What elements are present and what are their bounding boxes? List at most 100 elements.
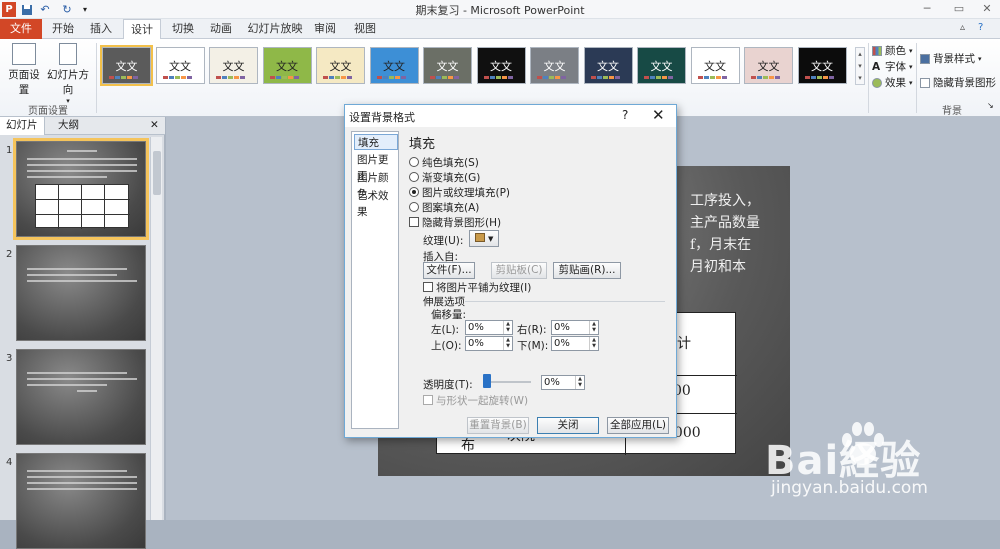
theme-thumbnail[interactable]: 文文: [476, 47, 526, 84]
slide-thumbnail-4[interactable]: [16, 453, 146, 549]
gallery-scroll[interactable]: ▴ ▾ ▾: [855, 47, 865, 85]
theme-color-swatches: [323, 76, 352, 79]
offset-right-input[interactable]: 0% ▲ ▼: [551, 320, 599, 335]
pane-close-icon[interactable]: ✕: [144, 117, 165, 135]
dialog-close-button[interactable]: 关闭: [537, 417, 599, 434]
theme-label: 文文: [222, 59, 245, 73]
spin-arrows-icon[interactable]: ▲ ▼: [575, 376, 584, 389]
gradient-fill-radio[interactable]: 渐变填充(G): [409, 170, 480, 185]
minimize-ribbon-icon[interactable]: ▵: [960, 22, 965, 33]
theme-color-swatches: [269, 76, 299, 79]
slide-body-text[interactable]: 工序投入， 主产品数量 f，月末在 月初和本: [690, 190, 760, 278]
theme-color-swatches: [644, 76, 673, 79]
nav-artistic-effects[interactable]: 艺术效果: [354, 188, 398, 218]
hide-background-label: 隐藏背景图形: [933, 77, 996, 89]
slides-pane-scrollbar[interactable]: [150, 137, 162, 520]
slide-text-line: f，月末在: [690, 237, 752, 253]
theme-color-swatches: [804, 76, 834, 79]
slide-thumbnail-3[interactable]: [16, 349, 146, 445]
solid-fill-radio[interactable]: 纯色填充(S): [409, 155, 479, 170]
restore-button[interactable]: ▭: [944, 0, 974, 19]
slide-number: 3: [6, 353, 13, 364]
tab-transitions[interactable]: 切换: [166, 19, 200, 39]
tab-view[interactable]: 视图: [348, 19, 382, 39]
tab-file[interactable]: 文件: [0, 19, 42, 39]
theme-fonts-button[interactable]: A 字体 ▾: [872, 59, 913, 74]
hide-background-graphics-checkbox[interactable]: 隐藏背景图形(H): [409, 215, 501, 230]
theme-effects-button[interactable]: 效果 ▾: [872, 75, 913, 90]
theme-thumbnail[interactable]: 文文: [744, 47, 793, 84]
help-icon[interactable]: ?: [978, 22, 983, 33]
transparency-slider-track[interactable]: [485, 381, 531, 383]
slide-number: 2: [6, 249, 13, 260]
offset-top-input[interactable]: 0% ▲ ▼: [465, 336, 513, 351]
picture-texture-fill-radio[interactable]: 图片或纹理填充(P): [409, 185, 510, 200]
page-setup-button[interactable]: 页面设置: [4, 43, 44, 97]
tile-texture-checkbox[interactable]: 将图片平铺为纹理(I): [423, 280, 531, 295]
tab-slideshow[interactable]: 幻灯片放映: [246, 19, 304, 39]
theme-thumbnail[interactable]: 文文: [262, 47, 312, 84]
tab-outline[interactable]: 大纲: [52, 117, 85, 135]
spin-arrows-icon[interactable]: ▲ ▼: [503, 337, 512, 350]
window-close-button[interactable]: ✕: [972, 0, 1000, 19]
fill-heading: 填充: [409, 137, 436, 152]
pattern-fill-radio[interactable]: 图案填充(A): [409, 200, 479, 215]
tab-slides[interactable]: 幻灯片: [0, 117, 45, 135]
theme-thumbnail[interactable]: 文文: [583, 47, 633, 84]
transparency-slider-thumb[interactable]: [483, 374, 491, 388]
theme-thumbnail[interactable]: 文文: [797, 47, 847, 84]
reset-background-button[interactable]: 重置背景(B): [467, 417, 529, 434]
transparency-input[interactable]: 0% ▲ ▼: [541, 375, 585, 390]
theme-thumbnail[interactable]: 文文: [155, 47, 205, 84]
tab-insert[interactable]: 插入: [84, 19, 118, 39]
checkbox-label: 与形状一起旋转(W): [436, 395, 529, 407]
hide-background-checkbox[interactable]: 隐藏背景图形: [920, 75, 996, 90]
clipboard-button[interactable]: 剪贴板(C): [491, 262, 547, 279]
texture-dropdown[interactable]: ▼: [469, 230, 499, 247]
spin-arrows-icon[interactable]: ▲ ▼: [589, 321, 598, 334]
slide-thumbnail-2[interactable]: [16, 245, 146, 341]
theme-color-swatches: [537, 76, 566, 79]
theme-thumbnail[interactable]: 文文: [423, 47, 472, 84]
theme-thumbnail[interactable]: 文文: [530, 47, 579, 84]
checkbox-icon: [423, 395, 433, 405]
table-cell: 计: [677, 336, 691, 352]
dialog-launcher-icon[interactable]: ↘: [987, 101, 994, 110]
tab-design[interactable]: 设计: [123, 19, 161, 40]
dialog-help-button[interactable]: ?: [622, 108, 628, 122]
theme-thumbnail[interactable]: 文文: [209, 47, 258, 84]
tab-animations[interactable]: 动画: [204, 19, 238, 39]
nav-fill[interactable]: 填充: [354, 134, 398, 150]
theme-thumbnail[interactable]: 文文: [369, 47, 419, 84]
file-button[interactable]: 文件(F)...: [423, 262, 475, 279]
dialog-close-icon[interactable]: ✕: [652, 106, 665, 124]
theme-thumbnail[interactable]: 文文: [637, 47, 686, 84]
theme-thumbnail[interactable]: 文文: [690, 47, 740, 84]
nav-picture-corrections[interactable]: 图片更正: [354, 152, 398, 182]
theme-color-swatches: [162, 76, 192, 79]
tab-review[interactable]: 审阅: [308, 19, 342, 39]
theme-label: 文文: [329, 59, 352, 73]
spin-arrows-icon[interactable]: ▲ ▼: [589, 337, 598, 350]
slide-text-line: 工序投入，: [690, 193, 760, 209]
theme-thumbnail[interactable]: 文文: [316, 47, 365, 84]
nav-picture-color[interactable]: 图片颜色: [354, 170, 398, 200]
spin-arrows-icon[interactable]: ▲ ▼: [503, 321, 512, 334]
offset-bottom-input[interactable]: 0% ▲ ▼: [551, 336, 599, 351]
theme-colors-button[interactable]: 颜色 ▾: [872, 43, 913, 58]
theme-color-swatches: [697, 76, 727, 79]
scrollbar-thumb[interactable]: [153, 151, 161, 195]
minimize-button[interactable]: ─: [912, 0, 942, 19]
theme-label: 文文: [276, 59, 298, 73]
background-styles-button[interactable]: 背景样式 ▾: [920, 51, 982, 66]
apply-to-all-button[interactable]: 全部应用(L): [607, 417, 669, 434]
slide-orientation-button[interactable]: 幻灯片方向 ▾: [44, 43, 92, 105]
clipart-button[interactable]: 剪贴画(R)...: [553, 262, 621, 279]
rotate-with-shape-checkbox[interactable]: 与形状一起旋转(W): [423, 393, 528, 408]
tab-home[interactable]: 开始: [46, 19, 80, 39]
theme-thumbnail[interactable]: 文文: [100, 45, 153, 86]
slide-text-line: 主产品数量: [690, 215, 760, 231]
slide-thumbnail-1[interactable]: [13, 138, 149, 240]
title-bar: P ↶ ↻ ▾ 期末复习 - Microsoft PowerPoint ─ ▭ …: [0, 0, 1000, 19]
offset-left-input[interactable]: 0% ▲ ▼: [465, 320, 513, 335]
